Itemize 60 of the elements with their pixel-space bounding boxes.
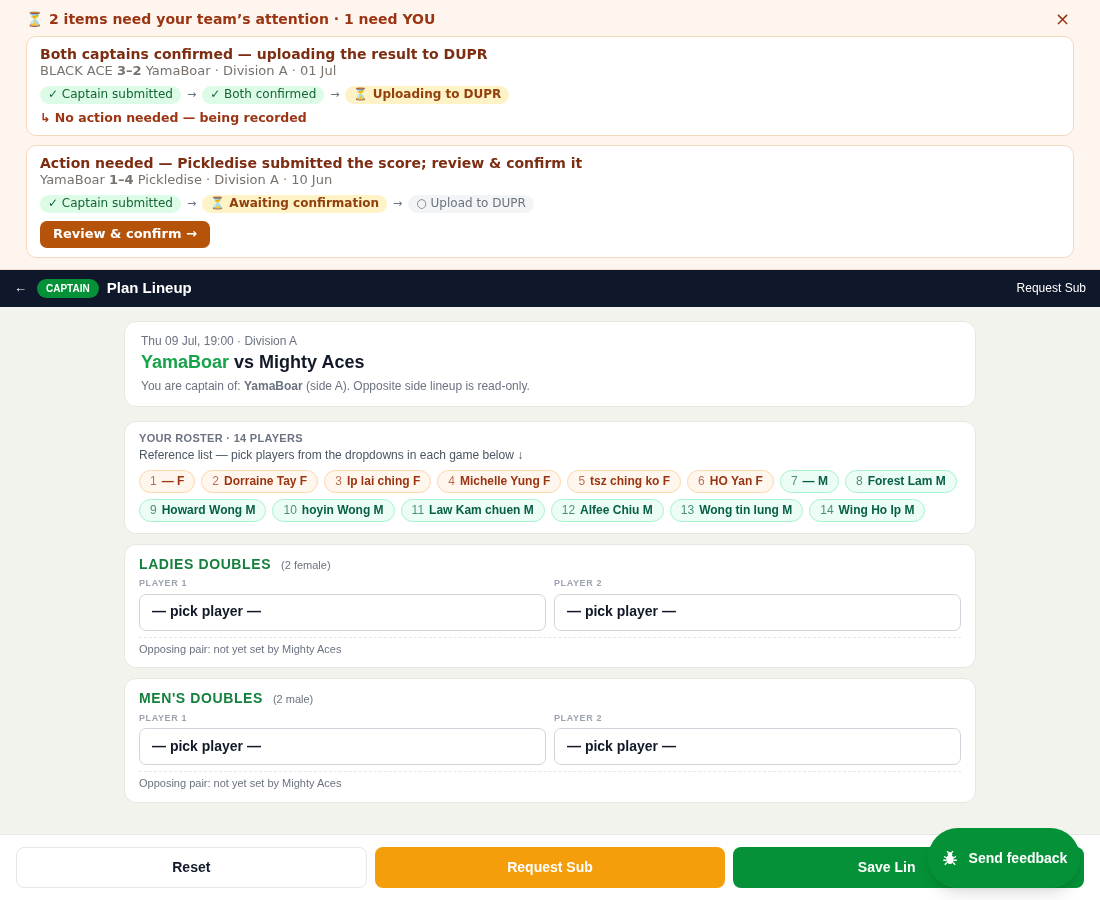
field-label: PLAYER 1 <box>139 578 188 590</box>
player-chip: 3 Ip lai ching F <box>324 469 432 493</box>
player-chip: 5 tsz ching ko F <box>567 469 682 493</box>
opponent-note: Opposing pair: not yet set by Mighty Aces <box>139 636 961 657</box>
field-label: PLAYER 1 <box>139 712 188 725</box>
roster-title: YOUR ROSTER · 14 PLAYERS <box>139 432 304 446</box>
arrow-icon: → <box>186 87 197 103</box>
back-button[interactable]: ← <box>14 278 27 298</box>
status-note: ↳ No action needed — being recorded <box>40 109 308 127</box>
player-chip: 13 Wong tin lung M <box>669 498 804 522</box>
field-label: PLAYER 2 <box>554 578 603 590</box>
page-title: Plan Lineup <box>106 277 192 298</box>
game-title: MEN'S DOUBLES <box>139 690 263 708</box>
bug-icon <box>940 849 959 867</box>
banner-title: 2 items need your team’s attention · 1 need YOU <box>49 10 436 29</box>
player-select[interactable]: — pick player — <box>554 593 961 631</box>
match-result: YamaBoar 1–4 Pickledise · Division A · 10 Jun <box>40 172 334 190</box>
review-button[interactable]: Review & confirm → <box>40 220 210 248</box>
captain-badge: CAPTAIN <box>37 278 99 298</box>
captain-note: You are captain of: YamaBoar (side A). Opposite side lineup is read-only. <box>141 379 531 395</box>
arrow-icon: → <box>186 196 197 212</box>
game-title: LADIES DOUBLES <box>139 555 272 574</box>
opponent-note: Opposing pair: not yet set by Mighty Aces <box>139 771 961 791</box>
player-chip: 10 hoyin Wong M <box>272 498 395 522</box>
match-date: Thu 09 Jul, 19:00 · Division A <box>141 333 299 349</box>
status-pill: ⏳ Uploading to DUPR <box>345 86 510 104</box>
request-sub-link[interactable]: Request Sub <box>1016 279 1086 298</box>
status-pill: ✓ Captain submitted <box>40 195 181 213</box>
player-chip: 6 HO Yan F <box>687 469 774 493</box>
player-chip: 4 Michelle Yung F <box>437 469 562 493</box>
field-label: PLAYER 2 <box>554 712 603 725</box>
player-select[interactable]: — pick player — <box>139 728 546 766</box>
player-chip: 11 Law Kam chuen M <box>400 498 545 522</box>
game-hint: (2 male) <box>272 693 314 708</box>
arrow-icon: → <box>330 87 340 103</box>
home-team: YamaBoar <box>141 350 230 374</box>
player-chip: 12 Alfee Chiu M <box>550 498 664 522</box>
match-result: BLACK ACE 3–2 YamaBoar · Division A · 01 Jul <box>40 63 338 81</box>
status-pill: ✓ Captain submitted <box>40 86 181 104</box>
player-chip: 2 Dorraine Tay F <box>201 469 319 493</box>
close-button[interactable]: × <box>1054 10 1074 29</box>
notice-title: Action needed — Pickledise submitted the score; review & confirm it <box>40 154 584 173</box>
hourglass-icon: ⏳ <box>26 10 43 29</box>
opponent-team: vs Mighty Aces <box>234 350 365 374</box>
notice-title: Both captains confirmed — uploading the result to DUPR <box>40 45 489 64</box>
status-pill: ○ Upload to DUPR <box>408 195 534 213</box>
player-chip: 9 Howard Wong M <box>139 498 267 522</box>
footer-button[interactable]: Reset <box>16 847 367 888</box>
status-pill: ⏳ Awaiting confirmation <box>202 195 388 213</box>
player-chip: 7 — M <box>779 469 839 493</box>
player-select[interactable]: — pick player — <box>139 593 546 631</box>
player-chip: 8 Forest Lam M <box>844 469 957 493</box>
roster-subtitle: Reference list — pick players from the dropdowns in each game below ↓ <box>139 447 525 463</box>
player-chip: 1 — F <box>139 469 196 493</box>
status-pill: ✓ Both confirmed <box>202 86 325 104</box>
player-select[interactable]: — pick player — <box>554 728 961 766</box>
player-chip: 14 Wing Ho Ip M <box>809 498 926 522</box>
arrow-icon: → <box>393 196 403 212</box>
send-feedback-toast[interactable]: Send feedback <box>928 828 1080 888</box>
game-hint: (2 female) <box>281 558 331 573</box>
